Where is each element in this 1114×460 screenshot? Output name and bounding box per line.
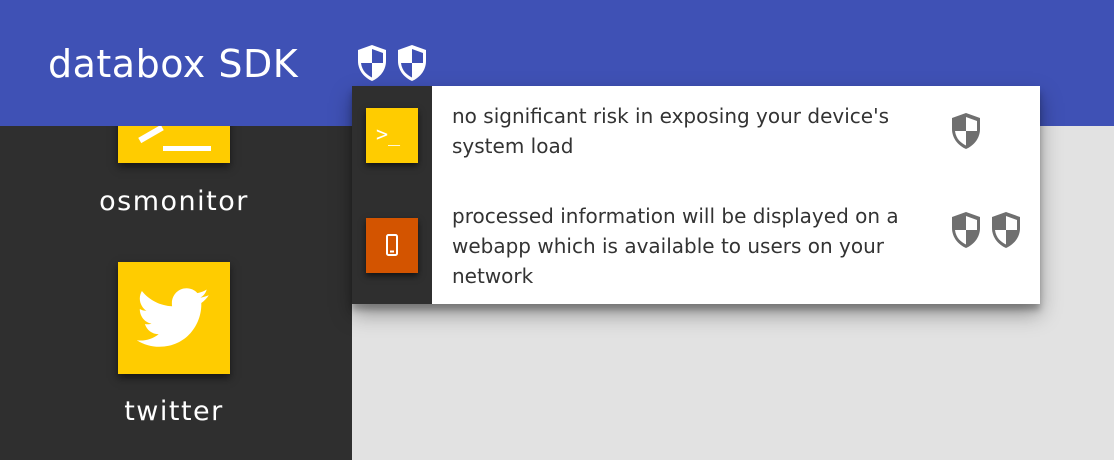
- half-shield-icon: [356, 44, 388, 87]
- half-shield-icon: [396, 44, 428, 87]
- risk-level-shields: [950, 112, 982, 155]
- half-shield-icon: [950, 211, 982, 254]
- twitter-app-tile[interactable]: [118, 262, 230, 374]
- half-shield-icon: [950, 112, 982, 155]
- app-title: databox SDK: [48, 42, 299, 86]
- risk-item: processed information will be displayed …: [352, 182, 1040, 304]
- risk-details-popup: >_ no significant risk in exposing your …: [352, 86, 1040, 304]
- phone-icon: [366, 218, 418, 273]
- osmonitor-app-tile[interactable]: [118, 126, 230, 163]
- risk-item: >_ no significant risk in exposing your …: [352, 86, 1040, 182]
- terminal-icon: [138, 126, 164, 144]
- risk-summary-shields[interactable]: [356, 44, 428, 87]
- terminal-icon: >_: [366, 108, 418, 163]
- terminal-cursor: [163, 146, 211, 151]
- osmonitor-app-label[interactable]: osmonitor: [0, 186, 348, 217]
- twitter-bird-icon: [137, 288, 209, 347]
- risk-level-shields: [950, 211, 1022, 254]
- twitter-app-label[interactable]: twitter: [0, 396, 348, 427]
- risk-description: no significant risk in exposing your dev…: [452, 104, 889, 158]
- risk-description: processed information will be displayed …: [452, 204, 899, 288]
- half-shield-icon: [990, 211, 1022, 254]
- app-sidebar: osmonitor twitter: [0, 126, 352, 460]
